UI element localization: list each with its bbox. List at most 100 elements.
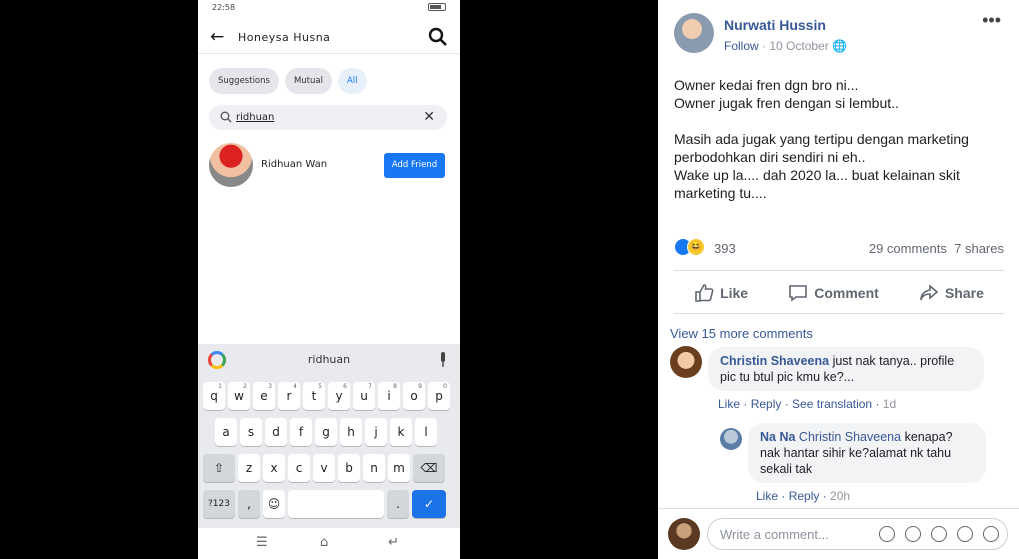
commenter-avatar[interactable]: [670, 346, 702, 378]
comment-label: Comment: [814, 285, 879, 301]
key-n[interactable]: n: [363, 454, 385, 482]
header-title: Honeysa Husna: [238, 31, 331, 44]
gif-icon[interactable]: [957, 526, 973, 542]
comments-count[interactable]: 29 comments: [869, 241, 947, 256]
key-e[interactable]: e3: [253, 382, 275, 410]
reply-time[interactable]: 20h: [830, 489, 850, 503]
reply-reply-link[interactable]: Reply: [789, 489, 820, 503]
share-button[interactable]: Share: [919, 280, 984, 306]
key-hint: 1: [218, 383, 222, 390]
comment-like-link[interactable]: Like: [718, 397, 740, 411]
more-options-icon[interactable]: •••: [982, 10, 1001, 31]
key-b[interactable]: b: [338, 454, 360, 482]
reply-mention[interactable]: Christin Shaveena: [799, 430, 901, 444]
post-body: Owner kedai fren dgn bro ni... Owner jug…: [674, 76, 1004, 202]
key-v[interactable]: v: [313, 454, 335, 482]
android-nav-bar: ☰ ⌂ ↵: [198, 528, 460, 559]
avatar[interactable]: [209, 143, 253, 187]
write-comment-bar: Write a comment...: [658, 508, 1019, 559]
key-row-1: q1w2e3r4t5y6u7i8o9p0: [203, 382, 450, 410]
clear-icon[interactable]: ✕: [423, 109, 435, 125]
key-i[interactable]: i8: [378, 382, 400, 410]
search-icon[interactable]: [428, 27, 448, 47]
magnifier-icon: [220, 111, 232, 123]
emoji-icon[interactable]: [905, 526, 921, 542]
sticker-icon[interactable]: [879, 526, 895, 542]
friend-search-input[interactable]: ridhuan ✕: [209, 105, 447, 130]
reaction-count[interactable]: 393: [714, 241, 736, 256]
key-r[interactable]: r4: [278, 382, 300, 410]
comma-key[interactable]: ,: [238, 490, 260, 518]
key-j[interactable]: j: [365, 418, 387, 446]
reply-like-link[interactable]: Like: [756, 489, 778, 503]
haha-reaction-icon[interactable]: 😆: [687, 238, 705, 256]
post-actions: Like Comment Share: [674, 280, 1004, 306]
symbols-key[interactable]: ?123: [203, 490, 235, 518]
key-g[interactable]: g: [315, 418, 337, 446]
comment-time[interactable]: 1d: [883, 397, 896, 411]
space-key[interactable]: [288, 490, 384, 518]
key-o[interactable]: o9: [403, 382, 425, 410]
comment-button[interactable]: Comment: [788, 280, 879, 306]
chip-all[interactable]: All: [337, 68, 367, 94]
keyboard-suggestion[interactable]: ridhuan: [198, 353, 460, 366]
post-date[interactable]: 10 October: [769, 39, 828, 53]
engagement-counts: 29 comments 7 shares: [869, 241, 1004, 256]
follow-link[interactable]: Follow: [724, 39, 759, 53]
key-h[interactable]: h: [340, 418, 362, 446]
see-translation-link[interactable]: See translation: [792, 397, 872, 411]
comment-author[interactable]: Christin Shaveena: [720, 354, 829, 368]
period-key[interactable]: .: [387, 490, 409, 518]
author-avatar[interactable]: [674, 13, 714, 53]
sticker-pack-icon[interactable]: [983, 526, 999, 542]
add-friend-button[interactable]: Add Friend: [384, 153, 445, 178]
divider: [674, 313, 1004, 314]
key-m[interactable]: m: [388, 454, 410, 482]
chip-suggestions[interactable]: Suggestions: [209, 68, 279, 94]
like-button[interactable]: Like: [694, 280, 748, 306]
reply-avatar[interactable]: [720, 428, 742, 450]
key-k[interactable]: k: [390, 418, 412, 446]
key-l[interactable]: l: [415, 418, 437, 446]
back-arrow-icon[interactable]: ←: [210, 27, 224, 47]
camera-icon[interactable]: [931, 526, 947, 542]
key-u[interactable]: u7: [353, 382, 375, 410]
result-name[interactable]: Ridhuan Wan: [261, 159, 327, 170]
view-more-comments-link[interactable]: View 15 more comments: [670, 326, 813, 341]
search-result-row[interactable]: Ridhuan Wan Add Friend: [209, 143, 449, 187]
chip-mutual[interactable]: Mutual: [284, 68, 332, 94]
backspace-key[interactable]: ⌫: [413, 454, 445, 482]
comment-reply-link[interactable]: Reply: [751, 397, 782, 411]
key-w[interactable]: w2: [228, 382, 250, 410]
key-hint: 9: [418, 383, 422, 390]
back-icon[interactable]: ↵: [388, 535, 399, 550]
shares-count[interactable]: 7 shares: [954, 241, 1004, 256]
key-hint: 6: [343, 383, 347, 390]
key-x[interactable]: x: [263, 454, 285, 482]
key-s[interactable]: s: [240, 418, 262, 446]
key-c[interactable]: c: [288, 454, 310, 482]
mic-icon[interactable]: [438, 352, 448, 368]
write-comment-input[interactable]: Write a comment...: [707, 518, 1008, 550]
home-icon[interactable]: ⌂: [320, 535, 328, 550]
done-key[interactable]: ✓: [412, 490, 446, 518]
key-z[interactable]: z: [238, 454, 260, 482]
key-y[interactable]: y6: [328, 382, 350, 410]
post-line: Owner jugak fren dengan si lembut..: [674, 95, 899, 111]
key-d[interactable]: d: [265, 418, 287, 446]
comment-icon: [789, 285, 808, 302]
key-f[interactable]: f: [290, 418, 312, 446]
key-a[interactable]: a: [215, 418, 237, 446]
key-p[interactable]: p0: [428, 382, 450, 410]
menu-icon[interactable]: ☰: [256, 535, 268, 550]
post-line: [674, 112, 1004, 130]
emoji-key[interactable]: ☺: [263, 490, 285, 518]
comment-tools: [879, 526, 999, 542]
status-time: 22:58: [212, 3, 236, 12]
author-name[interactable]: Nurwati Hussin: [724, 17, 826, 33]
key-q[interactable]: q1: [203, 382, 225, 410]
shift-key[interactable]: ⇧: [203, 454, 235, 482]
reply-author[interactable]: Na Na: [760, 430, 795, 444]
battery-icon: [428, 3, 446, 11]
key-t[interactable]: t5: [303, 382, 325, 410]
